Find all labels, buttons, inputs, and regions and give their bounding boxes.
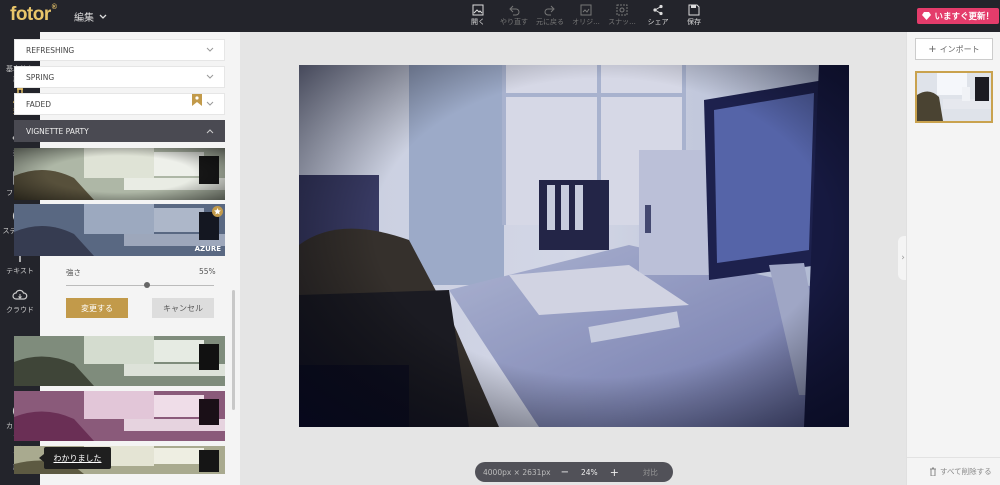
chevron-down-icon (206, 101, 214, 106)
divider (907, 457, 1000, 458)
category-spring[interactable]: SPRING (14, 66, 225, 88)
redo-button[interactable]: 元に戻る (532, 3, 568, 27)
category-vignette-party[interactable]: VIGNETTE PARTY (14, 120, 225, 142)
original-button[interactable]: オリジ... (568, 3, 604, 27)
diamond-icon (922, 12, 932, 20)
strength-label: 強さ (66, 268, 81, 277)
premium-star-icon (212, 206, 223, 217)
toolbar: 開く やり直す 元に戻る オリジ... スナッ... シェア 保存 (460, 3, 712, 27)
effect-preview-image (14, 391, 225, 441)
category-faded[interactable]: FADED (14, 93, 225, 115)
compare-button[interactable]: 対比 (643, 467, 658, 478)
chevron-up-icon (206, 129, 214, 134)
zoom-status-bar: 4000px × 2631px − 24% + 対比 (475, 462, 673, 482)
panel-scrollbar[interactable] (232, 290, 235, 410)
edit-menu[interactable]: 編集 (74, 9, 107, 24)
image-thumbnail[interactable] (915, 71, 993, 123)
trash-icon (930, 467, 936, 476)
cancel-button[interactable]: キャンセル (152, 298, 214, 318)
got-it-tooltip[interactable]: わかりました (39, 447, 111, 469)
right-panel: + インポート すべて削除する (906, 32, 1000, 485)
strength-value: 55% (199, 267, 216, 276)
image-open-icon (472, 4, 484, 16)
snapshot-icon (616, 4, 628, 16)
effect-preview-image (14, 204, 225, 256)
chevron-down-icon (206, 74, 214, 79)
edited-photo[interactable] (299, 65, 849, 427)
effect-thumbnail[interactable] (14, 336, 225, 386)
share-button[interactable]: シェア (640, 3, 676, 27)
office-photo-image (299, 65, 849, 427)
delete-all-button[interactable]: すべて削除する (929, 466, 992, 477)
snapshot-button[interactable]: スナッ... (604, 3, 640, 27)
effect-preview-image (14, 148, 225, 200)
chevron-down-icon (206, 47, 214, 52)
effect-thumbnail[interactable] (14, 391, 225, 441)
effect-thumbnail-azure-selected[interactable]: AZURE (14, 204, 225, 256)
redo-icon (544, 5, 555, 16)
nav-item-cloud[interactable]: クラウド (0, 287, 40, 315)
undo-button[interactable]: やり直す (496, 3, 532, 27)
plus-icon: + (928, 43, 937, 55)
premium-bookmark-icon (192, 94, 202, 106)
save-icon (688, 4, 700, 16)
upgrade-button[interactable]: いますぐ更新！ (917, 8, 999, 24)
top-bar: fotor® 編集 開く やり直す 元に戻る オリジ... スナッ... シェア (0, 0, 1000, 32)
cloud-icon (12, 289, 28, 300)
image-dimensions: 4000px × 2631px (483, 467, 551, 477)
category-refreshing[interactable]: REFRESHING (14, 39, 225, 61)
save-button[interactable]: 保存 (676, 3, 712, 27)
thumbnail-image (917, 73, 991, 121)
chevron-down-icon (99, 14, 107, 19)
import-button[interactable]: + インポート (915, 38, 993, 60)
fotor-logo[interactable]: fotor® (10, 4, 57, 26)
zoom-level: 24% (581, 467, 598, 477)
open-button[interactable]: 開く (460, 3, 496, 27)
effect-name-badge: AZURE (194, 245, 221, 253)
undo-icon (509, 5, 520, 16)
zoom-in-button[interactable]: + (610, 466, 619, 479)
effect-preview-image (14, 336, 225, 386)
effect-thumbnail[interactable] (14, 148, 225, 200)
original-icon (580, 4, 592, 16)
apply-button[interactable]: 変更する (66, 298, 128, 318)
share-icon (653, 4, 663, 16)
strength-slider[interactable] (66, 285, 214, 286)
zoom-out-button[interactable]: − (561, 467, 569, 478)
